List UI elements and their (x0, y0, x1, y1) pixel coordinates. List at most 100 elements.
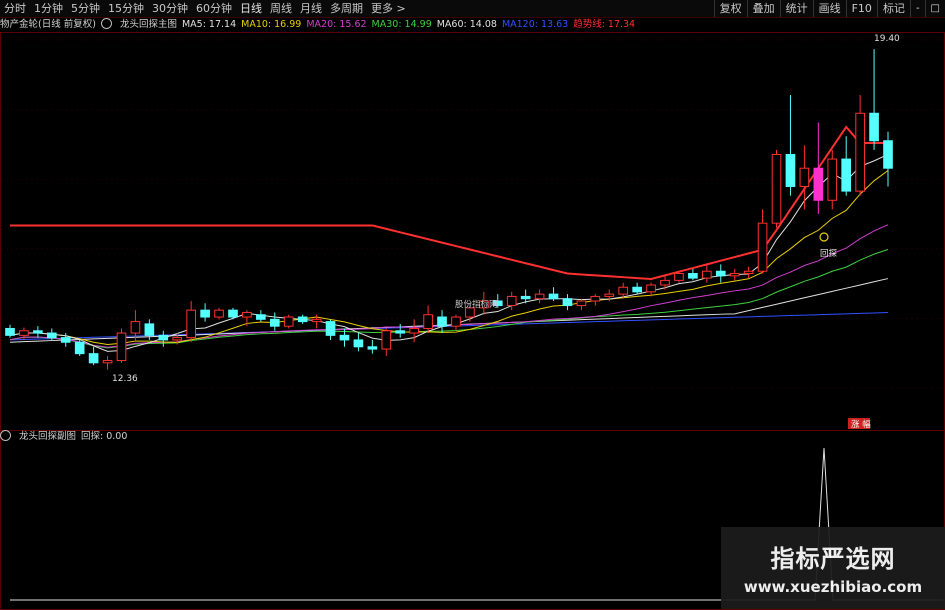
candle (688, 268, 698, 281)
candle-body (33, 330, 43, 334)
candle (409, 319, 419, 343)
candle (451, 314, 461, 331)
candle-body (702, 270, 712, 279)
candle-body (548, 293, 559, 300)
candle (88, 346, 99, 366)
sub-gear-icon[interactable] (0, 430, 14, 443)
candle-body (757, 222, 768, 272)
ma120-line (9, 312, 889, 341)
candle-body (130, 321, 141, 334)
candle-body (562, 298, 573, 307)
high-price-label: 19.40 (874, 34, 900, 44)
candle-body (660, 279, 670, 286)
sub-indicator-name[interactable]: 龙头回探副图 (19, 431, 76, 443)
candle-body (437, 316, 447, 327)
candle-body (506, 295, 517, 307)
candle (311, 314, 322, 329)
candle-body (60, 337, 71, 343)
watermark-title: 指标严选网 (770, 545, 896, 573)
candle-body (144, 323, 155, 336)
candle (771, 149, 782, 228)
candle (437, 310, 447, 334)
ma20-line (9, 224, 889, 348)
candle (799, 145, 810, 210)
stock-watermark-label: 股份指标网 (455, 299, 498, 310)
candle-body (269, 318, 280, 327)
signal-icon (819, 232, 829, 242)
candle-body (74, 341, 85, 355)
candle-body (242, 311, 252, 318)
candle (158, 330, 169, 347)
candle-body (200, 309, 210, 318)
candle (367, 339, 378, 354)
candle (576, 298, 587, 311)
candle-body (883, 140, 893, 169)
candle (297, 314, 308, 324)
candle (102, 355, 113, 370)
candle-body (451, 316, 461, 327)
candle (214, 307, 224, 320)
site-watermark: 指标严选网 www.xuezhibiao.com (721, 527, 945, 609)
candle-body (799, 167, 810, 188)
candle (74, 339, 85, 356)
candle (813, 122, 824, 214)
candle-body (674, 273, 684, 281)
candle-body (186, 309, 196, 339)
candle-body (520, 295, 531, 300)
candle-body (576, 300, 587, 307)
candle (269, 312, 280, 331)
candle (256, 310, 266, 322)
trend-line (10, 125, 888, 281)
candle-body (367, 346, 378, 350)
candle-body (743, 270, 754, 275)
candle-body (102, 360, 113, 364)
candle (869, 49, 879, 150)
watermark-url: www.xuezhibiao.com (743, 578, 923, 596)
candle-body (841, 158, 852, 192)
candle-body (813, 167, 824, 201)
candle-body (590, 295, 601, 302)
candle-body (46, 332, 57, 339)
candle-body (855, 112, 865, 192)
candle (534, 289, 545, 304)
candle-body (283, 316, 294, 327)
candle-body (618, 286, 629, 295)
ma30-line (9, 249, 889, 349)
candle (395, 323, 406, 338)
candlestick-chart[interactable]: 19.40 12.36 股份指标网 回探 涨 幅 (0, 0, 945, 609)
candle (632, 282, 642, 295)
candle (186, 301, 196, 343)
candle-body (827, 158, 838, 201)
candle (841, 136, 852, 196)
candle-body (256, 314, 266, 320)
candle (423, 305, 433, 334)
candle-body (632, 286, 642, 293)
candle (743, 266, 754, 279)
candle-body (688, 273, 698, 279)
candle (381, 328, 392, 356)
candle-body (88, 353, 99, 364)
candle-body (423, 314, 433, 329)
candle (562, 294, 573, 311)
candle-body (19, 330, 29, 336)
candle (702, 264, 712, 283)
candle-body (715, 270, 726, 277)
candle-body (116, 332, 127, 362)
candle (33, 326, 43, 338)
candle-body (409, 327, 419, 334)
candle (242, 310, 252, 327)
candle (715, 264, 726, 283)
candle-body (869, 112, 879, 142)
candle (353, 333, 364, 352)
candle-body (395, 330, 406, 334)
candle (590, 294, 601, 306)
bottom-badge-label: 涨 幅 (851, 419, 871, 430)
candle (283, 314, 294, 329)
candle-body (771, 153, 782, 224)
candle-body (534, 293, 545, 300)
candle-body (353, 339, 364, 348)
candle-body (214, 309, 224, 318)
candle-body (381, 330, 392, 350)
candle (116, 328, 127, 363)
sub-info-line: 龙头回探副图 回探: 0.00 (0, 430, 132, 443)
